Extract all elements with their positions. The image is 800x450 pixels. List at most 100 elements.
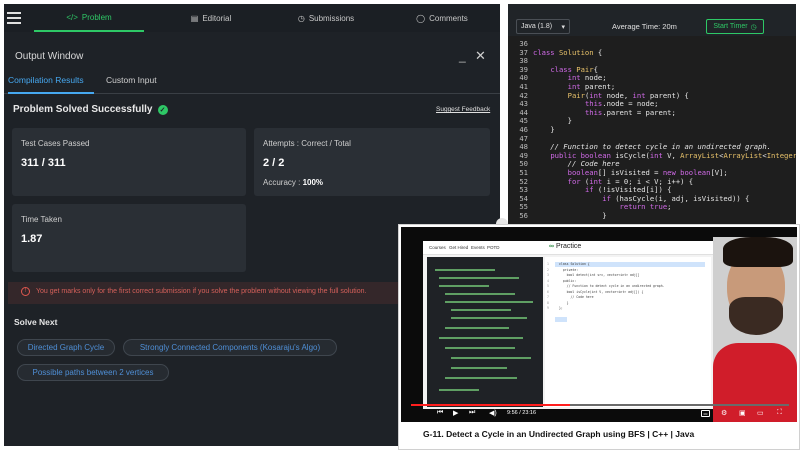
next-icon[interactable]: ⏭ — [469, 409, 475, 417]
tab-problem[interactable]: </> Problem — [34, 4, 144, 32]
code-line[interactable]: 56 } — [508, 210, 796, 221]
time-taken-value: 1.87 — [21, 233, 43, 245]
gfg-line-number: 3 — [547, 273, 549, 277]
solve-next-chip[interactable]: Strongly Connected Components (Kosaraju'… — [123, 339, 337, 356]
gfg-code-line: class Solution { — [559, 262, 590, 266]
tab-label: Editorial — [202, 13, 232, 23]
screen: </> Problem ▤ Editorial ◷ Submissions ◯ … — [0, 0, 800, 450]
gfg-code-line: }; — [559, 306, 563, 310]
result-tabs: Compilation Results Custom Input — [4, 70, 500, 94]
line-text: class Solution { — [533, 47, 603, 57]
tab-compilation-results[interactable]: Compilation Results — [8, 75, 84, 85]
suggest-feedback-link[interactable]: Suggest Feedback — [436, 106, 490, 113]
gfg-nav-item: POTD — [487, 245, 500, 250]
language-select[interactable]: Java (1.8) ▾ — [516, 19, 570, 34]
start-timer-button[interactable]: Start Timer ◷ — [706, 19, 764, 34]
gfg-logo-icon: ∞ — [549, 243, 554, 250]
gfg-line-number: 8 — [547, 300, 549, 305]
code-line-mark — [445, 301, 533, 303]
code-line-mark — [439, 389, 479, 391]
check-circle-icon: ✓ — [157, 104, 168, 115]
code-line[interactable]: 46 } — [508, 124, 796, 135]
gfg-header: Courses Get Hired Events POTD ∞ Practice — [423, 241, 713, 255]
gfg-code-line: } — [559, 300, 569, 305]
editor-toolbar: Java (1.8) ▾ Average Time: 20m Start Tim… — [508, 4, 796, 36]
theater-icon[interactable]: ▭ — [757, 409, 764, 417]
video-time: 9:56 / 23:16 — [507, 410, 537, 416]
solve-next-heading: Solve Next — [14, 317, 58, 327]
close-icon[interactable]: ✕ — [475, 48, 486, 64]
attempts-card: Attempts : Correct / Total 2 / 2 Accurac… — [254, 128, 490, 196]
video-frame[interactable]: Courses Get Hired Events POTD ∞ Practice — [401, 227, 797, 422]
previous-icon[interactable]: ⏮ — [437, 409, 443, 417]
solve-next-chip[interactable]: Directed Graph Cycle — [17, 339, 115, 356]
code-line-mark — [439, 277, 519, 279]
gfg-line-number: 6 — [547, 289, 549, 294]
marks-alert-text: You get marks only for the first correct… — [36, 288, 367, 295]
highlighted-line — [555, 317, 567, 322]
tab-comments[interactable]: ◯ Comments — [386, 4, 498, 32]
tab-submissions[interactable]: ◷ Submissions — [266, 4, 386, 32]
time-taken-card: Time Taken 1.87 — [12, 204, 246, 272]
test-cases-label: Test Cases Passed — [21, 139, 90, 148]
solve-next-chip[interactable]: Possible paths between 2 vertices — [17, 364, 169, 381]
code-line[interactable]: 37 class Solution { — [508, 47, 796, 58]
gfg-code-line: private: — [559, 267, 579, 272]
gfg-logo: ∞ Practice — [549, 243, 581, 250]
menu-icon[interactable] — [7, 12, 21, 24]
gfg-code-preview — [427, 257, 543, 407]
output-window-title: Output Window — [15, 51, 84, 62]
gfg-line-number: 2 — [547, 267, 549, 272]
gfg-logo-text: Practice — [556, 243, 582, 250]
accuracy: Accuracy : 100% — [263, 178, 323, 187]
chevron-down-icon: ▾ — [561, 23, 565, 31]
gfg-code-line: bool detect(int src, vector<int> adj[] — [559, 273, 640, 277]
gfg-line-number: 7 — [547, 295, 549, 299]
code-editor: Java (1.8) ▾ Average Time: 20m Start Tim… — [508, 4, 796, 226]
average-time: Average Time: 20m — [612, 22, 677, 31]
tab-label: Comments — [429, 13, 468, 23]
captions-icon[interactable]: cc — [701, 410, 710, 417]
volume-icon[interactable]: ◀) — [489, 409, 497, 417]
settings-icon[interactable]: ⚙ — [721, 409, 727, 417]
gfg-line-number: 1 — [547, 262, 549, 266]
video-controls: ⏮ ▶ ⏭ ◀) 9:56 / 23:16 cc ⚙ ▣ ▭ ⛶ — [403, 407, 797, 422]
result-status: Problem Solved Successfully ✓ — [13, 104, 168, 115]
gfg-code-line: public: — [559, 278, 577, 283]
line-number: 56 — [519, 210, 528, 220]
video-progress-fill — [411, 404, 570, 406]
presenter-webcam — [713, 237, 797, 422]
code-icon: </> — [66, 12, 78, 22]
clock-icon: ◷ — [297, 13, 305, 23]
gfg-code-line: // Function to detect cycle in an undire… — [559, 284, 665, 288]
line-text: } — [533, 210, 607, 220]
gfg-line-number: 4 — [547, 278, 549, 283]
gfg-line-number: 5 — [547, 284, 549, 288]
timer-button-label: Start Timer — [713, 23, 748, 30]
attempts-label: Attempts : Correct / Total — [263, 139, 351, 148]
play-icon[interactable]: ▶ — [453, 409, 458, 417]
minimize-icon[interactable]: _ — [459, 49, 466, 63]
test-cases-card: Test Cases Passed 311 / 311 — [12, 128, 246, 196]
code-line-mark — [445, 377, 517, 379]
fullscreen-icon[interactable]: ⛶ — [777, 409, 782, 417]
miniplayer-icon[interactable]: ▣ — [739, 409, 746, 417]
test-cases-value: 311 / 311 — [21, 157, 66, 169]
code-line-mark — [439, 337, 523, 339]
active-tab-underline — [8, 92, 94, 94]
timer-icon: ◷ — [750, 23, 757, 31]
tab-editorial[interactable]: ▤ Editorial — [156, 4, 266, 32]
line-text: } — [533, 124, 555, 134]
accuracy-value: 100% — [302, 178, 324, 187]
code-line-mark — [451, 317, 527, 319]
video-title[interactable]: G-11. Detect a Cycle in an Undirected Gr… — [423, 429, 694, 439]
tab-custom-input[interactable]: Custom Input — [106, 75, 157, 85]
code-area[interactable]: 36 37 class Solution {38 39 class Pair{40 i… — [508, 39, 796, 221]
top-nav: </> Problem ▤ Editorial ◷ Submissions ◯ … — [4, 4, 500, 32]
gfg-nav-item: Events — [471, 245, 485, 250]
code-line-mark — [445, 347, 515, 349]
video-progress-bar[interactable] — [411, 404, 789, 406]
code-line-mark — [439, 285, 489, 287]
video-screen-content: Courses Get Hired Events POTD ∞ Practice — [423, 241, 713, 409]
gfg-code-line: // Code here — [559, 295, 594, 299]
